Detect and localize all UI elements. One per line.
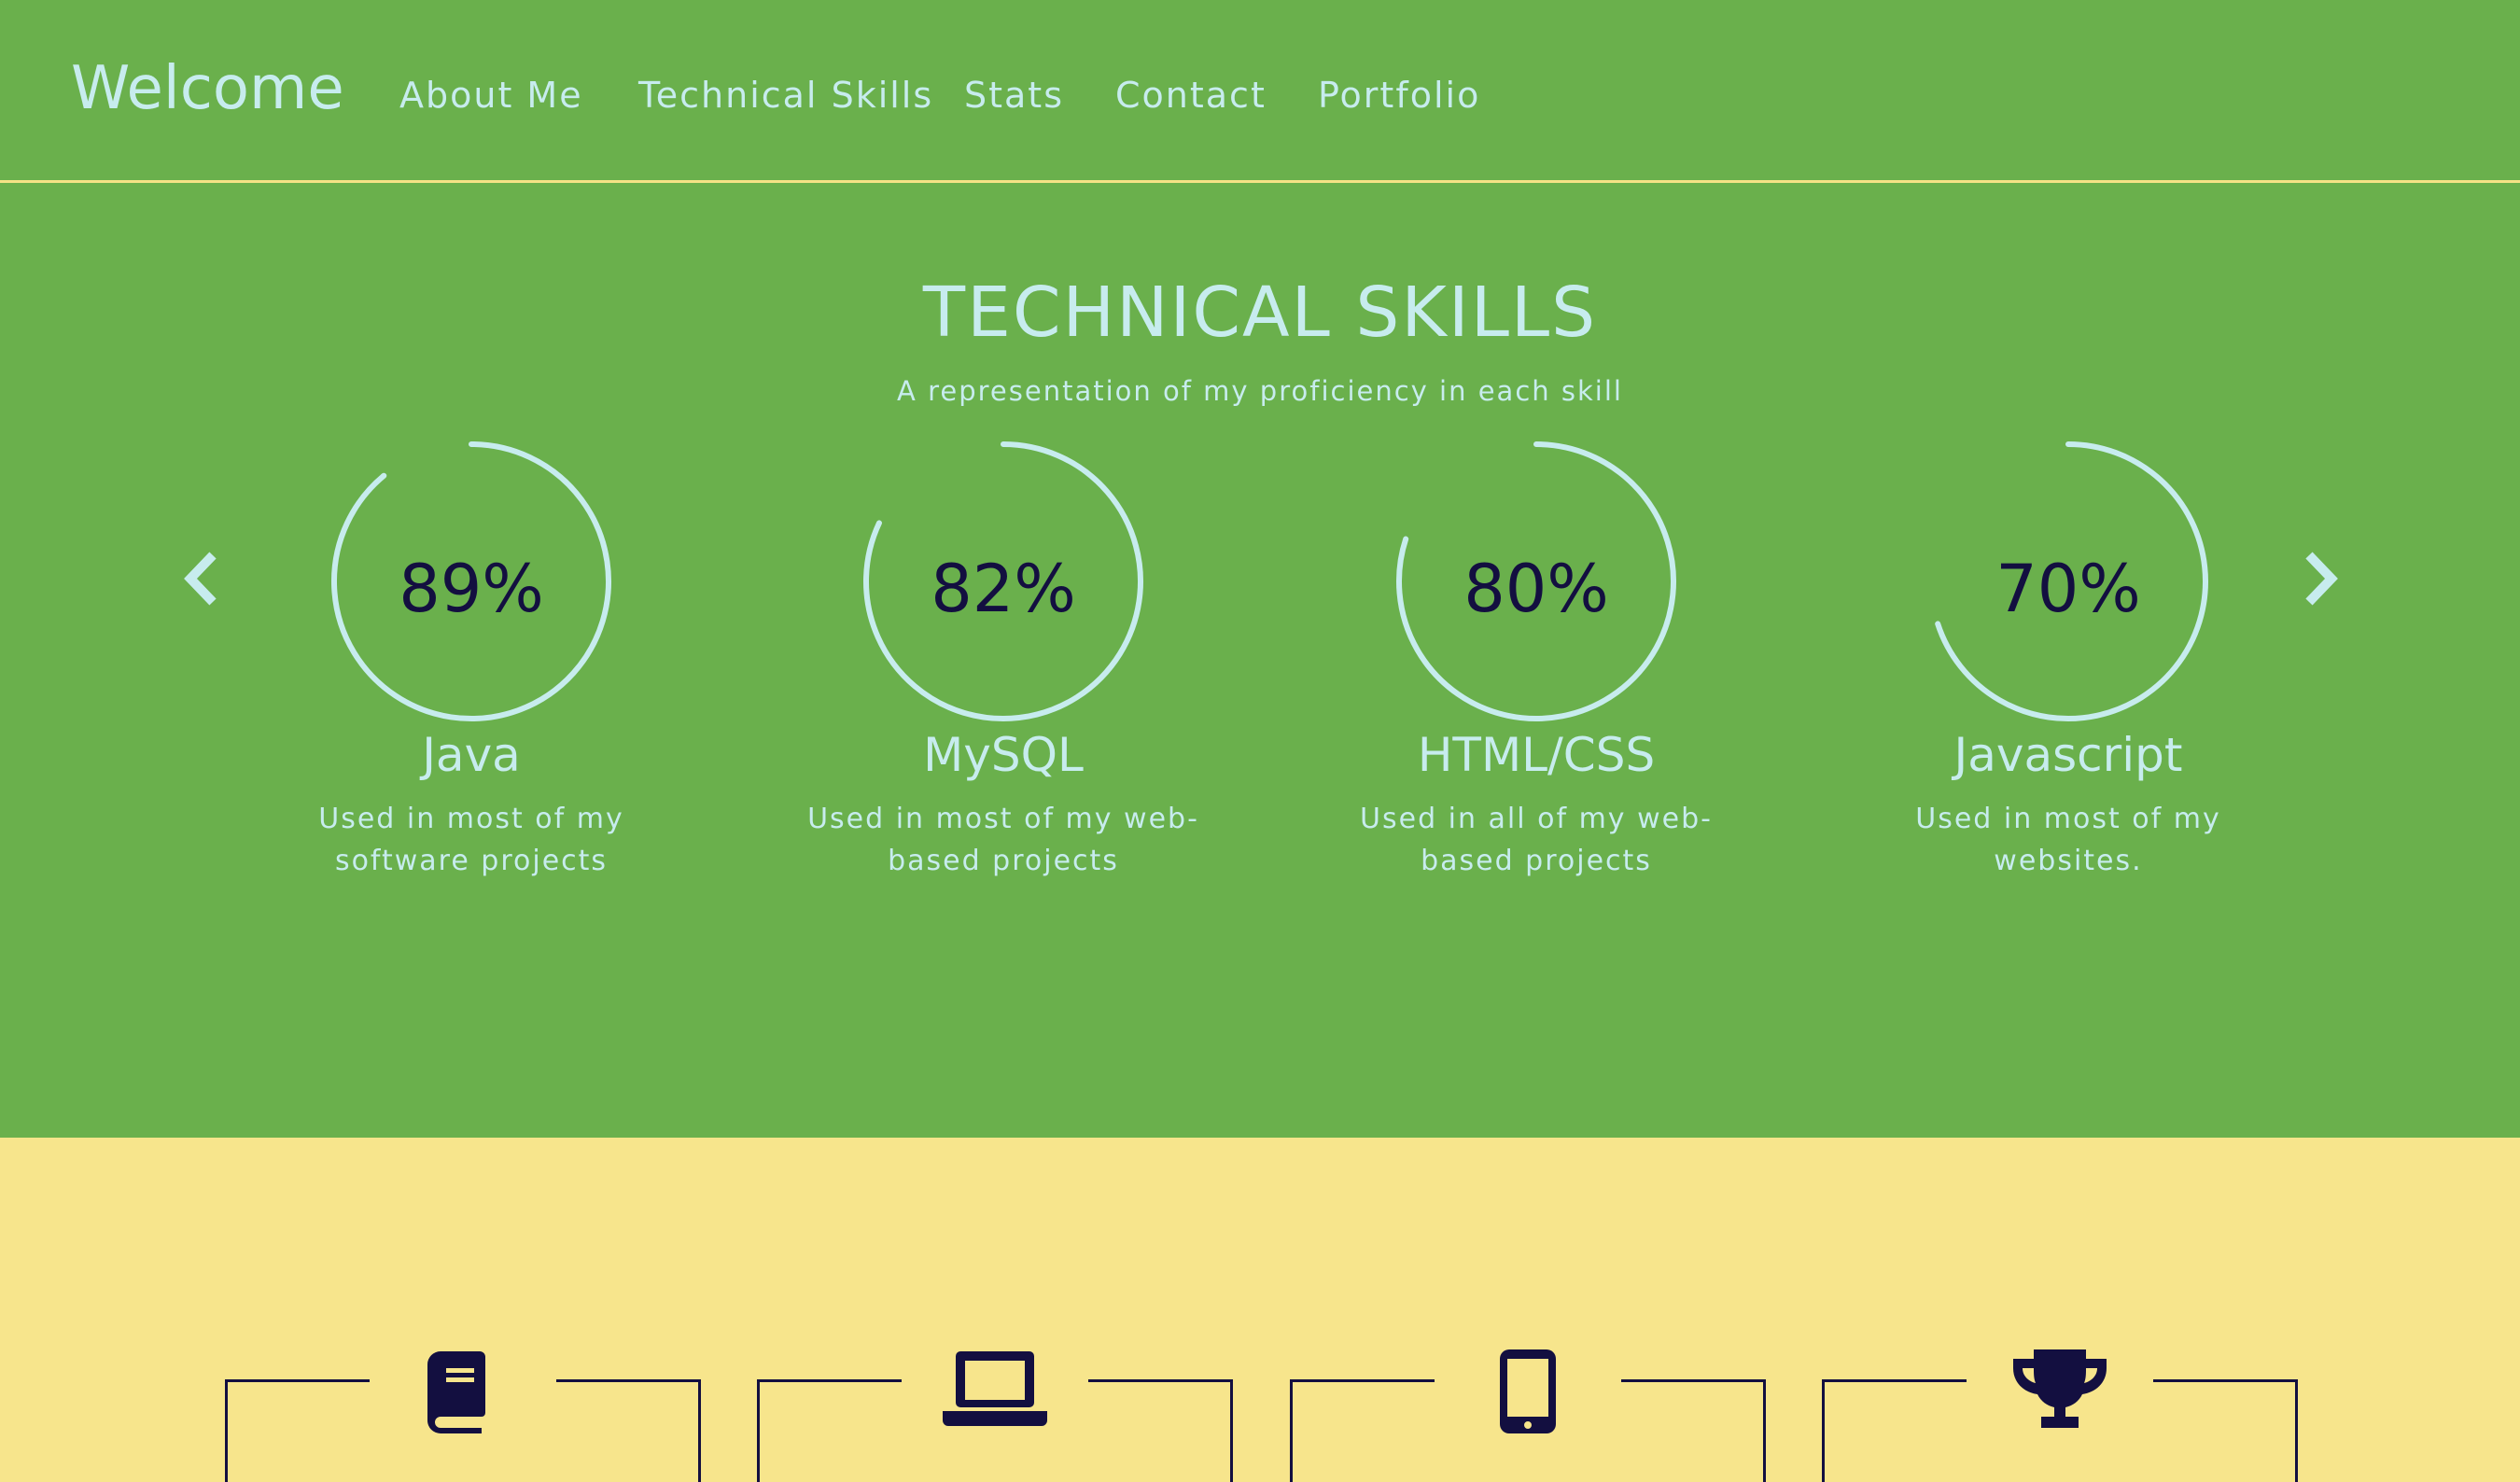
chevron-left-icon bbox=[184, 552, 217, 606]
nav-item-contact[interactable]: Contact bbox=[1115, 75, 1267, 116]
stat-box-border bbox=[1290, 1379, 1435, 1382]
stat-box-border bbox=[225, 1379, 370, 1382]
navbar: Welcome About Me Technical Skills Stats … bbox=[0, 0, 2520, 183]
chevron-right-icon bbox=[2305, 552, 2338, 606]
laptop-icon bbox=[943, 1351, 1047, 1426]
nav-item-portfolio[interactable]: Portfolio bbox=[1318, 75, 1480, 116]
nav-item-technical-skills[interactable]: Technical Skills bbox=[638, 75, 933, 116]
skill-percent: 80% bbox=[1463, 551, 1609, 627]
skill-percent: 82% bbox=[931, 551, 1076, 627]
skill-name: MySQL bbox=[923, 728, 1084, 782]
stat-box-border bbox=[1088, 1379, 1233, 1382]
trophy-icon bbox=[2013, 1349, 2107, 1428]
nav-item-stats[interactable]: Stats bbox=[964, 75, 1064, 116]
carousel-next-button[interactable] bbox=[2289, 527, 2354, 630]
mobile-phone-icon bbox=[1500, 1349, 1556, 1433]
section-subtitle: A representation of my proficiency in ea… bbox=[897, 375, 1623, 407]
skill-description: Used in most of my web-based projects bbox=[807, 803, 1199, 877]
skill-percent: 89% bbox=[399, 551, 544, 627]
stat-box-border bbox=[556, 1379, 701, 1382]
brand-link[interactable]: Welcome bbox=[71, 54, 344, 123]
skill-name: Javascript bbox=[1953, 728, 2183, 782]
skill-description: Used in all of my web-based projects bbox=[1360, 803, 1713, 877]
stat-box-border bbox=[1822, 1379, 1967, 1382]
skill-name: Java bbox=[422, 728, 521, 782]
stat-box-border bbox=[1621, 1379, 1766, 1382]
carousel-prev-button[interactable] bbox=[168, 527, 233, 630]
section-title: TECHNICAL SKILLS bbox=[922, 273, 1598, 353]
skill-description: Used in most of my software projects bbox=[318, 803, 624, 877]
skill-percent: 70% bbox=[1995, 551, 2141, 627]
nav-item-about-me[interactable]: About Me bbox=[399, 75, 583, 116]
skill-name: HTML/CSS bbox=[1417, 728, 1656, 782]
stat-box-border bbox=[2153, 1379, 2298, 1382]
stat-box-border bbox=[757, 1379, 902, 1382]
skill-description: Used in most of my websites. bbox=[1915, 803, 2221, 877]
book-icon bbox=[427, 1351, 485, 1433]
